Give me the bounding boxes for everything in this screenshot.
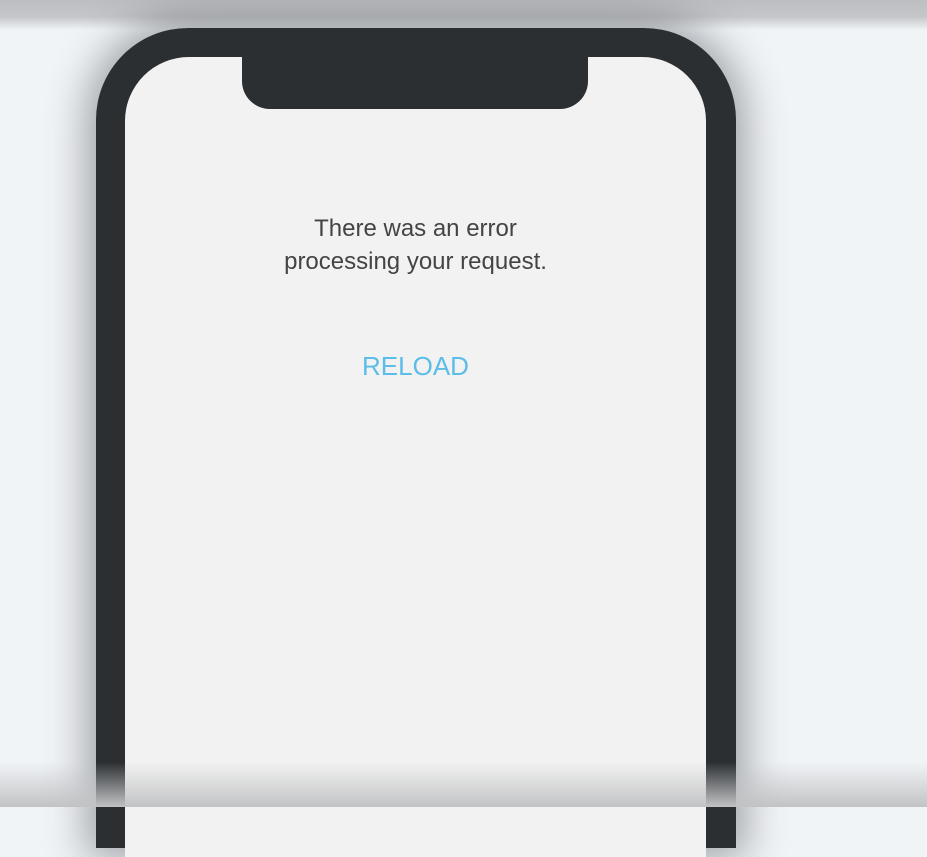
error-message: There was an error processing your reque… (125, 212, 706, 278)
error-message-line-2: processing your request. (284, 248, 547, 275)
phone-screen: There was an error processing your reque… (125, 55, 706, 857)
reload-button[interactable]: RELOAD (125, 351, 706, 382)
error-message-line-1: There was an error (314, 215, 517, 242)
phone-notch (242, 55, 588, 109)
background-shadow-top (0, 0, 927, 30)
phone-frame: There was an error processing your reque… (96, 28, 736, 857)
